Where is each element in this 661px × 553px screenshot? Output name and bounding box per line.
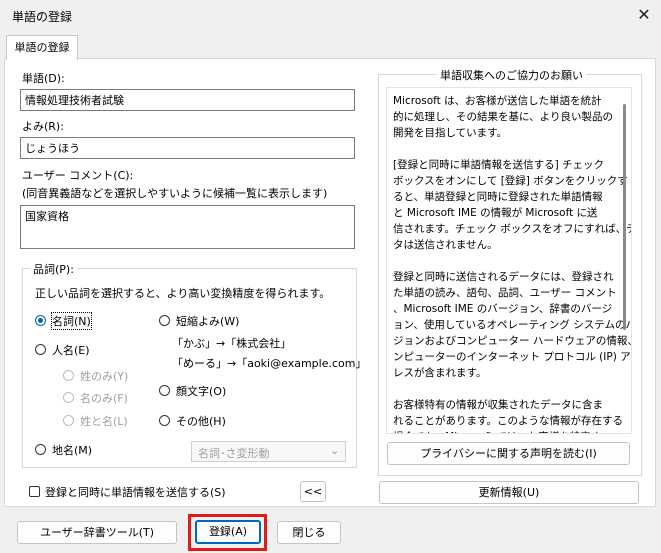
word-input[interactable]: 情報処理技術者試験	[20, 89, 355, 111]
comment-label: ユーザー コメント(C):	[22, 169, 134, 182]
pos-description: 正しい品詞を選択すると、より高い変換精度を得られます。	[35, 287, 331, 300]
info-scrollbar[interactable]	[623, 104, 626, 330]
title-bar	[0, 0, 661, 32]
label-other[interactable]: その他(H)	[176, 413, 226, 429]
radio-place[interactable]	[35, 444, 46, 455]
label-person[interactable]: 人名(E)	[52, 342, 90, 358]
comment-input[interactable]: 国家資格	[20, 205, 355, 249]
privacy-button[interactable]: プライバシーに関する声明を読む(I)	[387, 442, 630, 465]
close-icon[interactable]: ✕	[630, 2, 658, 28]
radio-abbreviation[interactable]	[159, 315, 170, 326]
chevron-down-icon: ⌄	[330, 444, 340, 457]
label-abbreviation[interactable]: 短縮よみ(W)	[176, 313, 239, 329]
collapse-button[interactable]: <<	[300, 481, 326, 502]
info-para-4: お客様特有の情報が収集されたデータに含ま れることがあります。このような情報が存…	[393, 399, 623, 433]
abbreviation-example-2: 「めーる」→「aoki@example.com」	[172, 357, 367, 370]
radio-full-name[interactable]	[63, 415, 74, 426]
subtype-select[interactable]: 名詞･さ変形動 ⌄	[191, 441, 346, 462]
register-button[interactable]: 登録(A)	[195, 520, 261, 544]
info-textbox: Microsoft は、お客様が送信した単語を統計 的に処理し、その結果を基に、…	[386, 87, 632, 434]
info-legend: 単語収集へのご協力のお願い	[437, 67, 586, 83]
radio-given-name[interactable]	[63, 392, 74, 403]
label-emoticon[interactable]: 顔文字(O)	[176, 383, 226, 399]
radio-surname[interactable]	[63, 370, 74, 381]
info-para-3: 登録と同時に送信されるデータには、登録され た単語の読み、語句、品詞、ユーザー …	[393, 271, 631, 379]
tab-word-registration[interactable]: 単語の登録	[6, 35, 78, 60]
reading-label: よみ(R):	[22, 120, 64, 133]
label-surname[interactable]: 姓のみ(Y)	[80, 368, 128, 384]
update-info-button[interactable]: 更新情報(U)	[379, 481, 639, 504]
reading-input[interactable]: じょうほう	[20, 137, 355, 159]
label-noun[interactable]: 名詞(N)	[51, 312, 92, 330]
pos-legend: 品詞(P):	[30, 261, 77, 277]
subtype-value: 名詞･さ変形動	[198, 447, 270, 460]
abbreviation-example-1: 「かぶ」→「株式会社」	[172, 337, 292, 350]
radio-noun[interactable]	[35, 315, 46, 326]
user-dictionary-tool-button[interactable]: ユーザー辞書ツール(T)	[17, 521, 177, 544]
label-place[interactable]: 地名(M)	[52, 442, 92, 458]
label-given-name[interactable]: 名のみ(F)	[80, 390, 128, 406]
comment-hint: (同音異義語などを選択しやすいように候補一覧に表示します)	[22, 187, 328, 200]
info-para-1: Microsoft は、お客様が送信した単語を統計 的に処理し、その結果を基に、…	[393, 95, 613, 139]
info-para-2: [登録と同時に単語情報を送信する] チェック ボックスをオンにして [登録] ボ…	[393, 159, 631, 251]
send-checkbox[interactable]	[29, 486, 40, 497]
label-full-name[interactable]: 姓と名(L)	[80, 413, 128, 429]
radio-person[interactable]	[35, 344, 46, 355]
send-checkbox-label[interactable]: 登録と同時に単語情報を送信する(S)	[45, 484, 226, 500]
close-button[interactable]: 閉じる	[277, 521, 341, 544]
window-title: 単語の登録	[12, 10, 73, 24]
radio-emoticon[interactable]	[159, 385, 170, 396]
radio-other[interactable]	[159, 415, 170, 426]
word-label: 単語(D):	[22, 72, 65, 85]
